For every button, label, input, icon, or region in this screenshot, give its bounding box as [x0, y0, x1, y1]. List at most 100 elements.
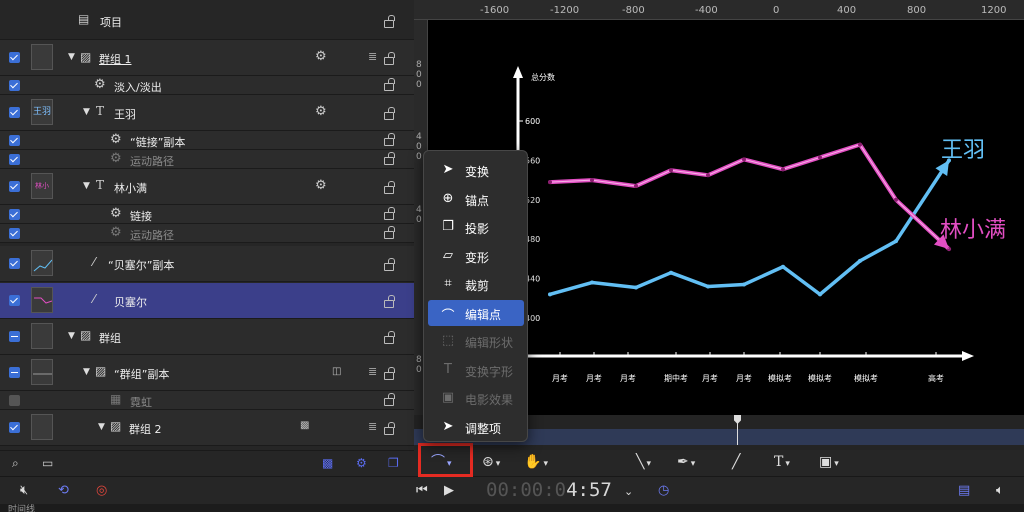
visibility-checkbox[interactable]: [9, 209, 20, 220]
disclosure-triangle-icon[interactable]: ▼: [83, 107, 90, 117]
filmstrip-icon[interactable]: ▤: [958, 483, 970, 498]
checker-icon[interactable]: ▩: [322, 456, 333, 470]
menu-item-pointer[interactable]: ➤ 变换: [428, 157, 524, 183]
menu-item-drop-shadow[interactable]: ❐ 投影: [428, 214, 524, 240]
disclosure-triangle-icon[interactable]: ▼: [98, 422, 105, 432]
behavior-gear-icon[interactable]: ⚙: [315, 178, 327, 193]
behavior-gear-icon[interactable]: ⚙: [315, 104, 327, 119]
cinematic-icon: ▣: [441, 390, 455, 405]
thumbnail-toggle-icon[interactable]: ▭: [42, 456, 53, 470]
lock-icon[interactable]: [384, 181, 395, 194]
layer-row-group[interactable]: ▼ ▨ 群组: [0, 319, 414, 355]
lock-icon[interactable]: [384, 331, 395, 344]
layer-row-link-copy[interactable]: ⚙ “链接”副本: [0, 131, 414, 150]
menu-item-anchor[interactable]: ⊕ 锚点: [428, 186, 524, 212]
disclosure-triangle-icon[interactable]: ▼: [83, 181, 90, 191]
lock-icon[interactable]: [384, 422, 395, 435]
visibility-checkbox[interactable]: [9, 228, 20, 239]
visibility-checkbox[interactable]: [9, 422, 20, 433]
layer-row-bezier-copy[interactable]: ⁄ “贝塞尔”副本: [0, 246, 414, 282]
layer-row-group-2[interactable]: ▼ ▨ 群组 2 ▩ ≣: [0, 410, 414, 446]
bezier-pen-icon[interactable]: ✒ ▾: [677, 454, 695, 470]
gear-icon[interactable]: ⚙: [356, 456, 367, 470]
ruler-tick-label: 8: [416, 355, 422, 365]
layer-row-link[interactable]: ⚙ 链接: [0, 205, 414, 224]
layer-row-bezier[interactable]: ⁄ 贝塞尔: [0, 283, 414, 319]
x-tick-label: 月考: [736, 374, 752, 383]
line-tool-icon[interactable]: ╲ ▾: [636, 454, 651, 470]
edit-points-tool-button[interactable]: ⌒ ▾: [418, 443, 473, 477]
lock-icon[interactable]: [384, 133, 395, 146]
behavior-gear-icon[interactable]: ⚙: [315, 49, 327, 64]
go-to-start-icon[interactable]: ⏮︎: [416, 483, 428, 498]
group-icon: ▨: [110, 419, 122, 433]
layer-row-group-copy[interactable]: ▼ ▨ “群组”副本 ◫ ≣: [0, 355, 414, 391]
visibility-checkbox[interactable]: [9, 331, 20, 342]
layer-row-wangyu[interactable]: 王羽 ▼ T 王羽 ⚙: [0, 95, 414, 131]
menu-item-distort[interactable]: ▱ 变形: [428, 243, 524, 269]
disclosure-triangle-icon[interactable]: ▼: [83, 367, 90, 377]
visibility-checkbox[interactable]: [9, 181, 20, 192]
lock-icon[interactable]: [384, 226, 395, 239]
visibility-checkbox[interactable]: [9, 258, 20, 269]
lock-icon[interactable]: [384, 78, 395, 91]
layer-row-neon[interactable]: ▦ 霓虹: [0, 391, 414, 410]
layer-row-fade[interactable]: ⚙ 淡入/淡出: [0, 76, 414, 95]
disclosure-triangle-icon[interactable]: ▼: [68, 331, 75, 341]
menu-item-edit-points[interactable]: ⌒ 编辑点: [428, 299, 524, 326]
lock-icon[interactable]: [384, 15, 395, 28]
visibility-checkbox[interactable]: [9, 107, 20, 118]
data-point: [590, 178, 594, 183]
visibility-checkbox[interactable]: [9, 80, 20, 91]
chevron-down-icon[interactable]: ⌄: [624, 485, 633, 498]
bezier-shape-icon: ⁄: [93, 255, 96, 269]
lock-icon[interactable]: [384, 393, 395, 406]
edit-shape-icon: ⬚: [441, 333, 455, 348]
bottom-strip: 时间线: [0, 504, 1024, 512]
volume-icon[interactable]: 🔈︎: [996, 483, 1004, 498]
hand-tool-icon[interactable]: ✋ ▾: [524, 454, 548, 470]
layer-label: 链接: [130, 210, 152, 223]
visibility-checkbox[interactable]: [9, 154, 20, 165]
play-icon[interactable]: ▶: [444, 483, 454, 498]
lock-icon[interactable]: [384, 152, 395, 165]
mute-icon[interactable]: 🔇︎: [20, 483, 28, 498]
3d-transform-icon[interactable]: ⊛ ▾: [482, 454, 500, 470]
lock-icon[interactable]: [384, 258, 395, 271]
visibility-checkbox[interactable]: [9, 295, 20, 306]
transport-bar: 🔇︎ ⟲ ◎ ⏮︎ ▶ 00:00:04:57 ⌄ ◷ ▤ 🔈︎: [0, 476, 1024, 504]
lock-icon[interactable]: [384, 107, 395, 120]
menu-item-crop[interactable]: ⌗ 裁剪: [428, 271, 524, 297]
record-icon[interactable]: ◎: [96, 483, 107, 498]
layers-stack-icon[interactable]: ❐: [388, 456, 399, 470]
layer-row-motion-path-2[interactable]: ⚙ 运动路径: [0, 224, 414, 243]
y-axis-label: 总分数: [531, 72, 555, 82]
visibility-checkbox[interactable]: [9, 395, 20, 406]
disclosure-triangle-icon[interactable]: ▼: [68, 52, 75, 62]
mask-tool-icon[interactable]: ▣ ▾: [819, 454, 839, 470]
visibility-checkbox[interactable]: [9, 52, 20, 63]
lock-icon[interactable]: [384, 367, 395, 380]
drop-shadow-icon: ❐: [442, 219, 454, 234]
search-icon[interactable]: ⌕: [12, 456, 19, 471]
layer-row-group-1[interactable]: ▼ ▨ 群组 1 ⚙ ≣: [0, 40, 414, 76]
ruler-tick-label: -1200: [550, 5, 580, 16]
loop-icon[interactable]: ⟲: [58, 483, 69, 498]
timecode-display[interactable]: 00:00:04:57: [486, 479, 612, 501]
layer-row-linxiaoman[interactable]: 林小满 ▼ T 林小满 ⚙: [0, 169, 414, 205]
timecode-bright: 4:57: [566, 479, 612, 501]
playhead[interactable]: [737, 415, 738, 445]
paint-brush-icon[interactable]: ╱: [732, 454, 740, 470]
x-tick-label: 模拟考: [854, 373, 878, 383]
lock-icon[interactable]: [384, 207, 395, 220]
timeline-label: 时间线: [8, 505, 36, 512]
visibility-checkbox[interactable]: [9, 367, 20, 378]
timecode-dim: 00:00:0: [486, 479, 567, 501]
lock-icon[interactable]: [384, 295, 395, 308]
clock-icon[interactable]: ◷: [658, 483, 669, 498]
menu-item-adjust-item[interactable]: ➤ 调整项: [428, 414, 524, 440]
lock-icon[interactable]: [384, 52, 395, 65]
text-tool-icon[interactable]: T ▾: [774, 454, 790, 470]
layer-row-motion-path-1[interactable]: ⚙ 运动路径: [0, 150, 414, 169]
visibility-checkbox[interactable]: [9, 135, 20, 146]
